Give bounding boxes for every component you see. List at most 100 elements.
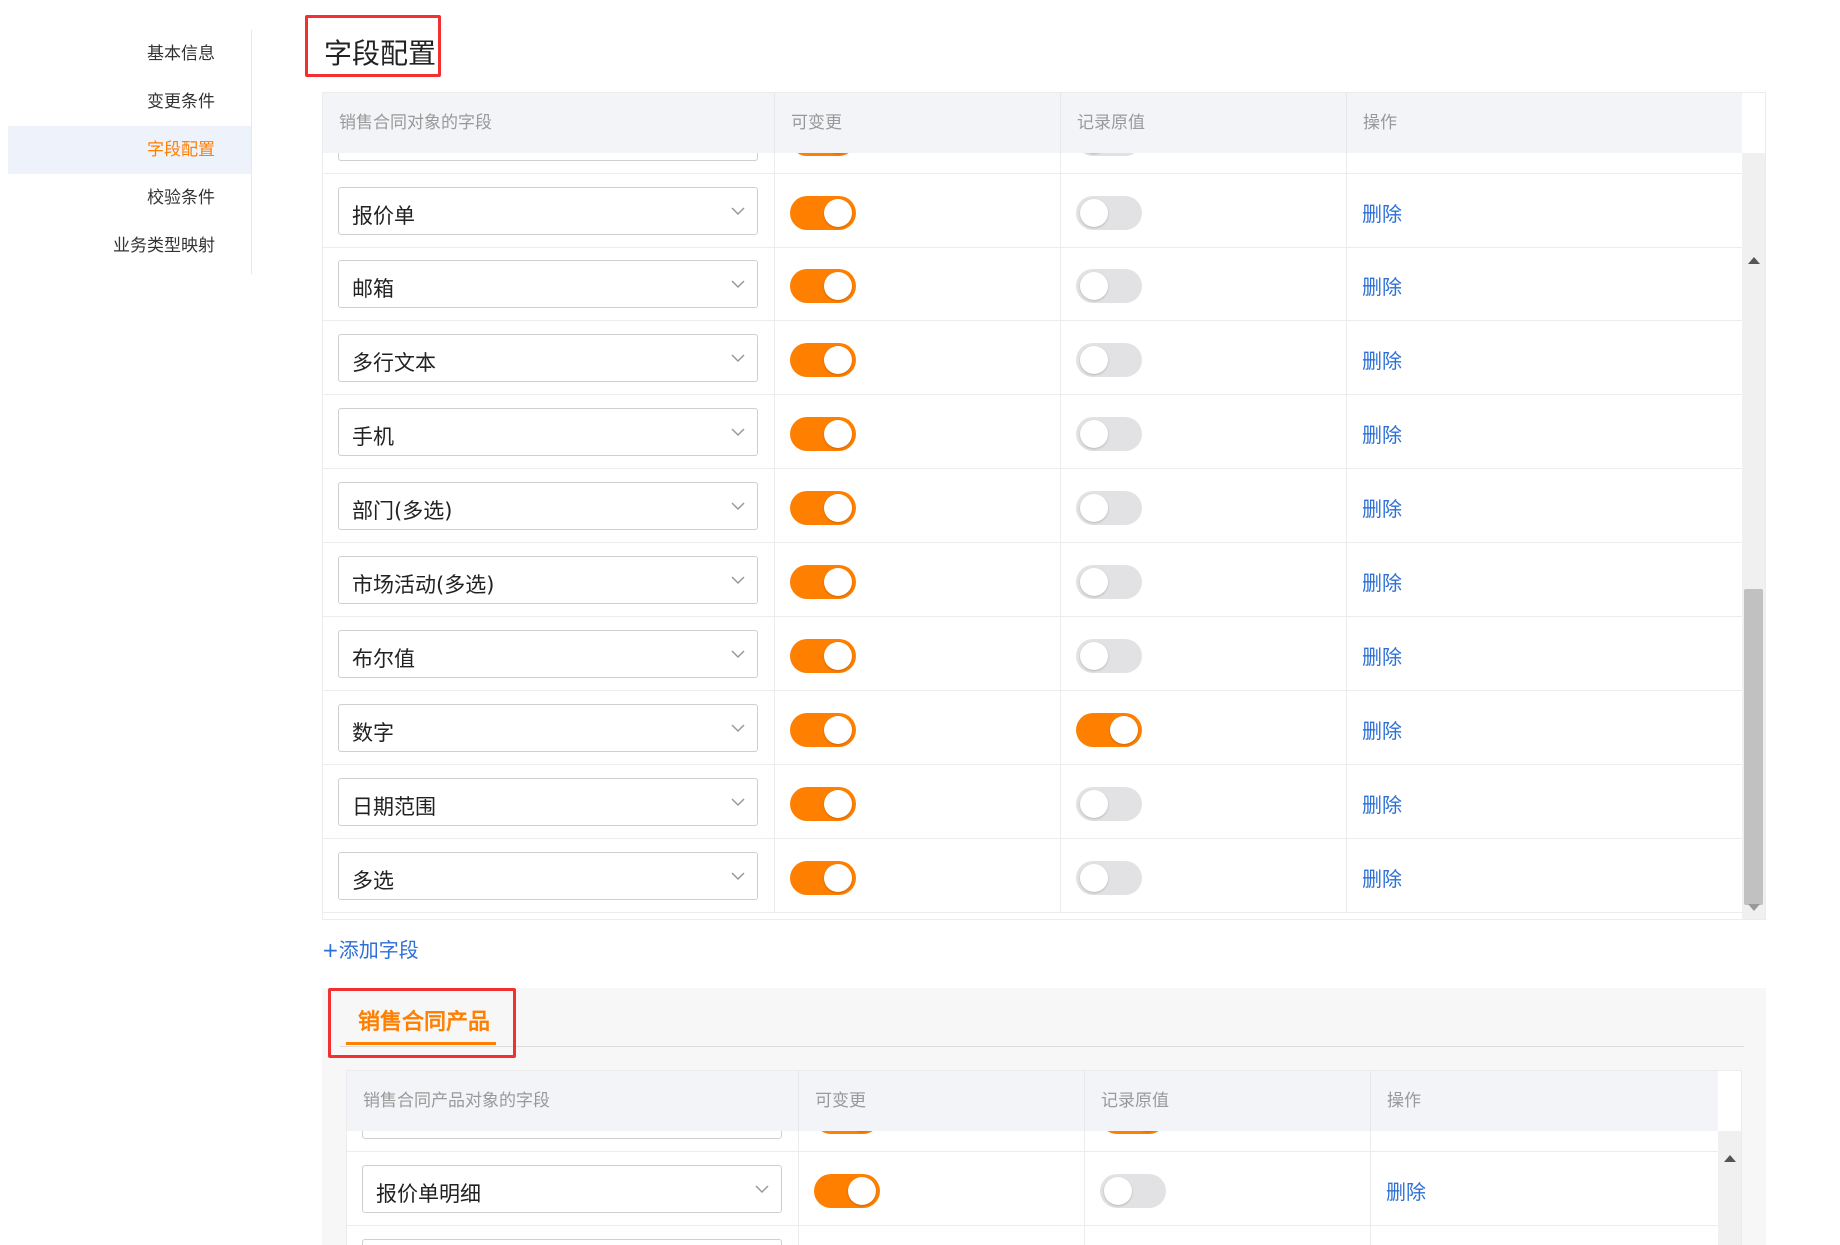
changeable-cell	[799, 1226, 1085, 1245]
changeable-cell	[775, 691, 1061, 765]
field-select[interactable]: 部门(多选)	[338, 482, 758, 530]
field-select[interactable]: 布尔值	[338, 630, 758, 678]
record-original-toggle[interactable]	[1100, 1174, 1166, 1208]
scrollbar-thumb[interactable]	[1744, 589, 1763, 905]
vertical-scrollbar[interactable]	[1718, 1131, 1741, 1245]
field-cell: 报价单	[323, 174, 775, 248]
switch-knob	[1110, 716, 1138, 744]
chevron-down-icon	[731, 207, 745, 216]
tab-sales-contract-product[interactable]: 销售合同产品	[358, 1004, 490, 1036]
action-cell: 删除	[1347, 174, 1742, 248]
field-select[interactable]: 手机	[338, 408, 758, 456]
delete-link[interactable]: 删除	[1362, 493, 1402, 522]
section-title: 字段配置	[324, 37, 437, 70]
delete-link[interactable]: 删除	[1362, 271, 1402, 300]
field-select[interactable]	[362, 1239, 782, 1245]
field-select[interactable]: 报价单明细	[362, 1165, 782, 1213]
table-body[interactable]: 报价单明细 删除	[347, 1131, 1718, 1245]
sidebar-item-business-type-mapping[interactable]: 业务类型映射	[8, 222, 251, 270]
changeable-toggle[interactable]	[790, 343, 856, 377]
tab-divider	[340, 1046, 1744, 1047]
changeable-cell	[775, 174, 1061, 248]
table-row: 部门(多选) 删除	[323, 469, 1742, 543]
switch-knob	[824, 642, 852, 670]
changeable-toggle[interactable]	[814, 1174, 880, 1208]
changeable-toggle[interactable]	[790, 417, 856, 451]
changeable-toggle[interactable]	[790, 861, 856, 895]
changeable-toggle[interactable]	[790, 639, 856, 673]
changeable-toggle[interactable]	[790, 153, 856, 156]
record-original-toggle[interactable]	[1076, 639, 1142, 673]
record-original-toggle[interactable]	[1076, 153, 1142, 156]
scroll-up-icon[interactable]	[1748, 257, 1760, 264]
field-cell: 邮箱	[323, 247, 775, 321]
changeable-toggle[interactable]	[790, 565, 856, 599]
record-original-toggle[interactable]	[1076, 713, 1142, 747]
chevron-down-icon	[731, 872, 745, 881]
field-select[interactable]: 报价单	[338, 187, 758, 235]
delete-link[interactable]: 删除	[1362, 715, 1402, 744]
delete-link[interactable]: 删除	[1362, 419, 1402, 448]
action-cell: 删除	[1347, 395, 1742, 469]
table-body[interactable]: 报价单 删除 邮箱 删除 多行文本 删除 手机 删除 部门(多选) 删除 市场活动(多选) 删除 布尔值…	[323, 153, 1742, 919]
field-select[interactable]: 数字	[338, 704, 758, 752]
record-original-cell	[1061, 174, 1347, 248]
record-original-toggle[interactable]	[1076, 269, 1142, 303]
field-select-value: 邮箱	[352, 277, 394, 301]
chevron-down-icon	[731, 650, 745, 659]
field-cell: 手机	[323, 395, 775, 469]
scroll-up-icon[interactable]	[1724, 1155, 1736, 1162]
delete-link[interactable]: 删除	[1362, 863, 1402, 892]
chevron-down-icon	[731, 502, 745, 511]
field-select[interactable]: 市场活动(多选)	[338, 556, 758, 604]
record-original-toggle[interactable]	[1076, 565, 1142, 599]
delete-link[interactable]: 删除	[1362, 198, 1402, 227]
record-original-toggle[interactable]	[1100, 1131, 1166, 1134]
field-cell: 部门(多选)	[323, 469, 775, 543]
switch-knob	[1080, 642, 1108, 670]
record-original-toggle[interactable]	[1076, 787, 1142, 821]
record-original-toggle[interactable]	[1076, 343, 1142, 377]
field-select[interactable]: 多行文本	[338, 334, 758, 382]
record-original-toggle[interactable]	[1076, 196, 1142, 230]
sidebar-item-basic-info[interactable]: 基本信息	[8, 30, 251, 78]
field-cell: 多行文本	[323, 321, 775, 395]
field-select[interactable]: 邮箱	[338, 260, 758, 308]
record-original-toggle[interactable]	[1076, 417, 1142, 451]
delete-link[interactable]: 删除	[1362, 641, 1402, 670]
sidebar-item-change-conditions[interactable]: 变更条件	[8, 78, 251, 126]
changeable-toggle[interactable]	[790, 196, 856, 230]
changeable-cell	[775, 395, 1061, 469]
record-original-toggle[interactable]	[1076, 861, 1142, 895]
changeable-toggle[interactable]	[814, 1131, 880, 1134]
field-select-value: 市场活动(多选)	[352, 573, 495, 597]
field-select[interactable]: 多选	[338, 852, 758, 900]
changeable-cell	[775, 153, 1061, 174]
record-original-cell	[1061, 839, 1347, 913]
record-original-cell	[1085, 1152, 1371, 1226]
delete-link[interactable]: 删除	[1386, 1176, 1426, 1205]
switch-knob	[1104, 1177, 1132, 1205]
field-select[interactable]	[362, 1131, 782, 1139]
changeable-toggle[interactable]	[790, 269, 856, 303]
delete-link[interactable]: 删除	[1362, 789, 1402, 818]
chevron-down-icon	[755, 1185, 769, 1194]
field-select-value: 报价单	[352, 204, 415, 228]
record-original-toggle[interactable]	[1076, 491, 1142, 525]
add-field-link[interactable]: +添加字段	[322, 934, 419, 963]
field-select[interactable]: 日期范围	[338, 778, 758, 826]
chevron-down-icon	[731, 576, 745, 585]
delete-link[interactable]: 删除	[1362, 345, 1402, 374]
changeable-toggle[interactable]	[790, 491, 856, 525]
changeable-toggle[interactable]	[790, 713, 856, 747]
sidebar-item-validation-conditions[interactable]: 校验条件	[8, 174, 251, 222]
delete-link[interactable]: 删除	[1362, 567, 1402, 596]
vertical-scrollbar[interactable]	[1742, 153, 1765, 919]
changeable-toggle[interactable]	[790, 787, 856, 821]
action-cell: 删除	[1347, 765, 1742, 839]
scroll-down-icon[interactable]	[1748, 904, 1760, 911]
field-cell	[347, 1131, 799, 1152]
switch-knob	[824, 568, 852, 596]
sidebar-item-field-config[interactable]: 字段配置	[8, 126, 251, 174]
field-select[interactable]	[338, 153, 758, 161]
